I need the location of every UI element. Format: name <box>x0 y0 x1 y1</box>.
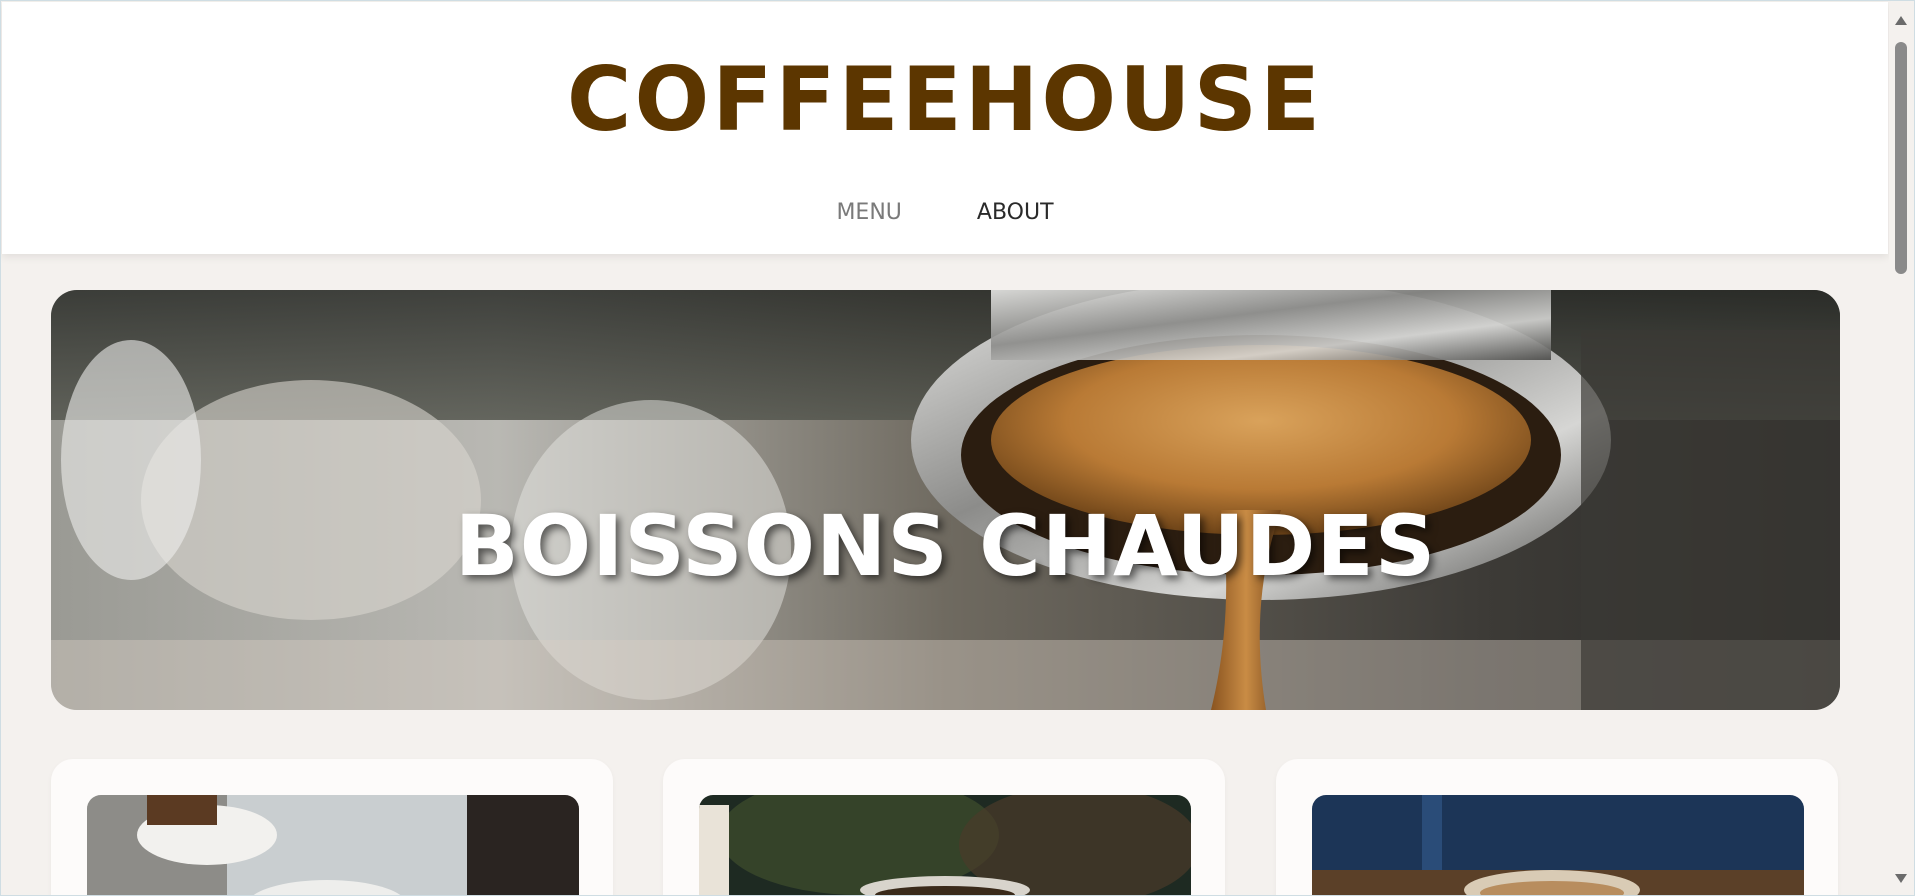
product-card[interactable] <box>663 759 1225 895</box>
main-nav: MENU ABOUT <box>2 198 1888 228</box>
product-image <box>1312 795 1804 895</box>
product-card[interactable] <box>1276 759 1838 895</box>
product-image <box>87 795 579 895</box>
product-card[interactable] <box>51 759 613 895</box>
site-header: COFFEEHOUSE MENU ABOUT <box>2 2 1888 254</box>
browser-viewport: COFFEEHOUSE MENU ABOUT BOISSONS CHAUDES <box>0 0 1915 896</box>
vertical-scrollbar[interactable] <box>1889 2 1913 895</box>
site-logo-title[interactable]: COFFEEHOUSE <box>2 50 1888 150</box>
product-image <box>699 795 1191 895</box>
nav-link-about[interactable]: ABOUT <box>977 198 1054 228</box>
scroll-up-arrow-icon[interactable] <box>1895 16 1907 25</box>
scrollbar-thumb[interactable] <box>1895 42 1907 274</box>
hero-title: BOISSONS CHAUDES <box>454 497 1437 596</box>
scroll-down-arrow-icon[interactable] <box>1895 874 1907 883</box>
nav-link-menu[interactable]: MENU <box>836 198 901 228</box>
hero-banner: BOISSONS CHAUDES <box>51 290 1840 710</box>
